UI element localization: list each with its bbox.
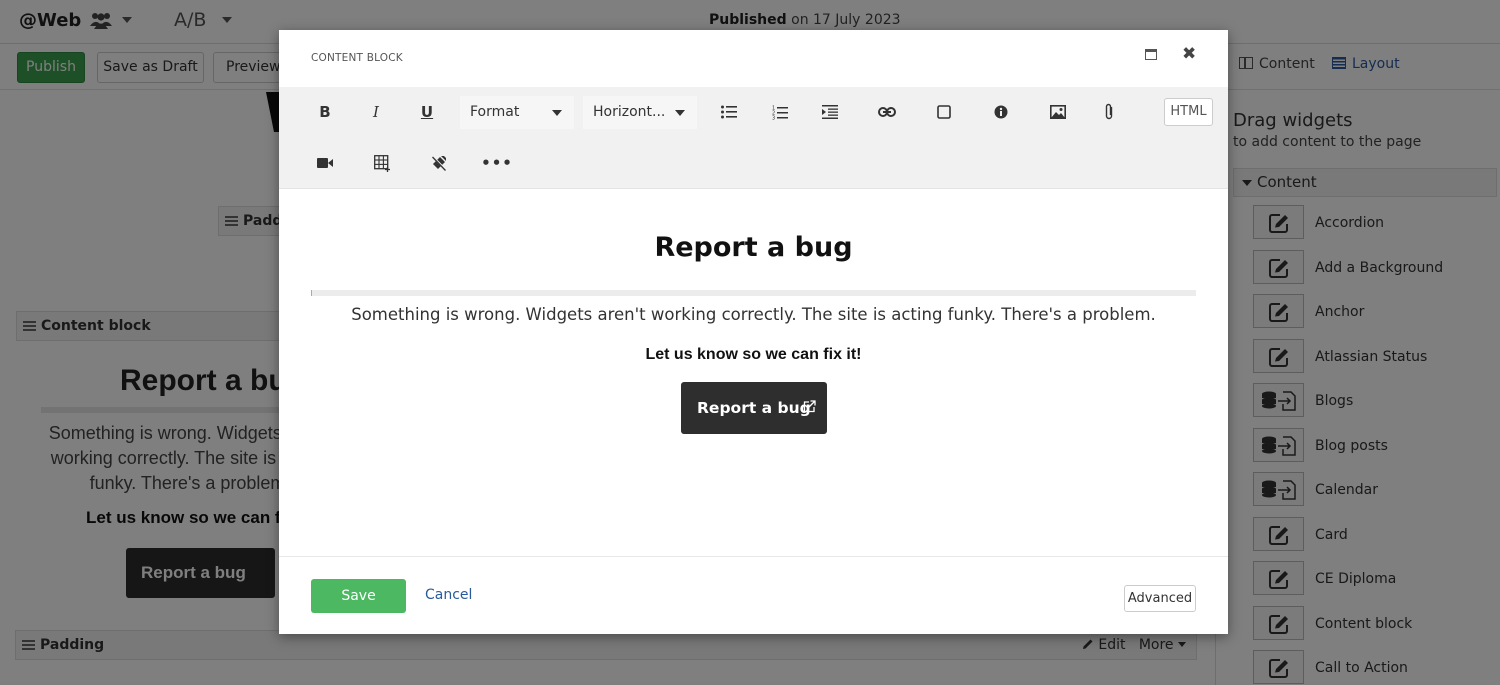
image-icon[interactable]: [1044, 98, 1072, 126]
link-icon[interactable]: [873, 98, 901, 126]
dialog-title: CONTENT BLOCK: [311, 52, 403, 64]
insert-table-icon[interactable]: [368, 149, 396, 177]
bold-icon[interactable]: B: [311, 98, 339, 126]
underline-icon[interactable]: U: [413, 98, 441, 126]
format-select[interactable]: Format: [460, 96, 574, 129]
report-bug-button[interactable]: Report a bug: [681, 382, 827, 434]
maximize-icon[interactable]: [1145, 49, 1157, 60]
format-select-value: Format: [470, 104, 520, 120]
content-block-dialog: CONTENT BLOCK ✖ B I U Format Horizont...…: [279, 30, 1228, 634]
caret-down-icon: [552, 110, 562, 116]
video-icon[interactable]: [311, 149, 339, 177]
editor-toolbar: B I U Format Horizont... 123 HTML •••: [279, 87, 1228, 189]
alignment-select-value: Horizont...: [593, 104, 666, 120]
advanced-button[interactable]: Advanced: [1124, 585, 1196, 612]
more-options-icon[interactable]: •••: [481, 149, 512, 177]
content-paragraph: Something is wrong. Widgets aren't worki…: [351, 305, 1156, 324]
content-bold-line: Let us know so we can fix it!: [645, 346, 862, 363]
content-heading: Report a bug: [654, 232, 853, 263]
attachment-icon[interactable]: [1095, 98, 1123, 126]
indent-icon[interactable]: [816, 98, 844, 126]
italic-icon[interactable]: I: [362, 98, 390, 126]
svg-text:3: 3: [772, 115, 775, 120]
save-button[interactable]: Save: [311, 579, 406, 613]
box-icon[interactable]: [930, 98, 958, 126]
caret-down-icon: [675, 110, 685, 116]
numbered-list-icon[interactable]: 123: [766, 98, 794, 126]
close-icon[interactable]: ✖: [1182, 44, 1196, 64]
clear-formatting-icon[interactable]: [425, 149, 453, 177]
editor-content-area[interactable]: Report a bug Something is wrong. Widgets…: [279, 190, 1228, 556]
html-source-button[interactable]: HTML: [1164, 98, 1213, 126]
button-label: Report a bug: [697, 399, 811, 417]
bullet-list-icon[interactable]: [715, 98, 743, 126]
cancel-link[interactable]: Cancel: [425, 587, 472, 603]
external-link-icon: [803, 400, 816, 413]
alignment-select[interactable]: Horizont...: [583, 96, 697, 129]
dialog-footer: Save Cancel Advanced: [279, 556, 1228, 634]
info-icon[interactable]: [987, 98, 1015, 126]
content-divider: [311, 290, 1196, 296]
